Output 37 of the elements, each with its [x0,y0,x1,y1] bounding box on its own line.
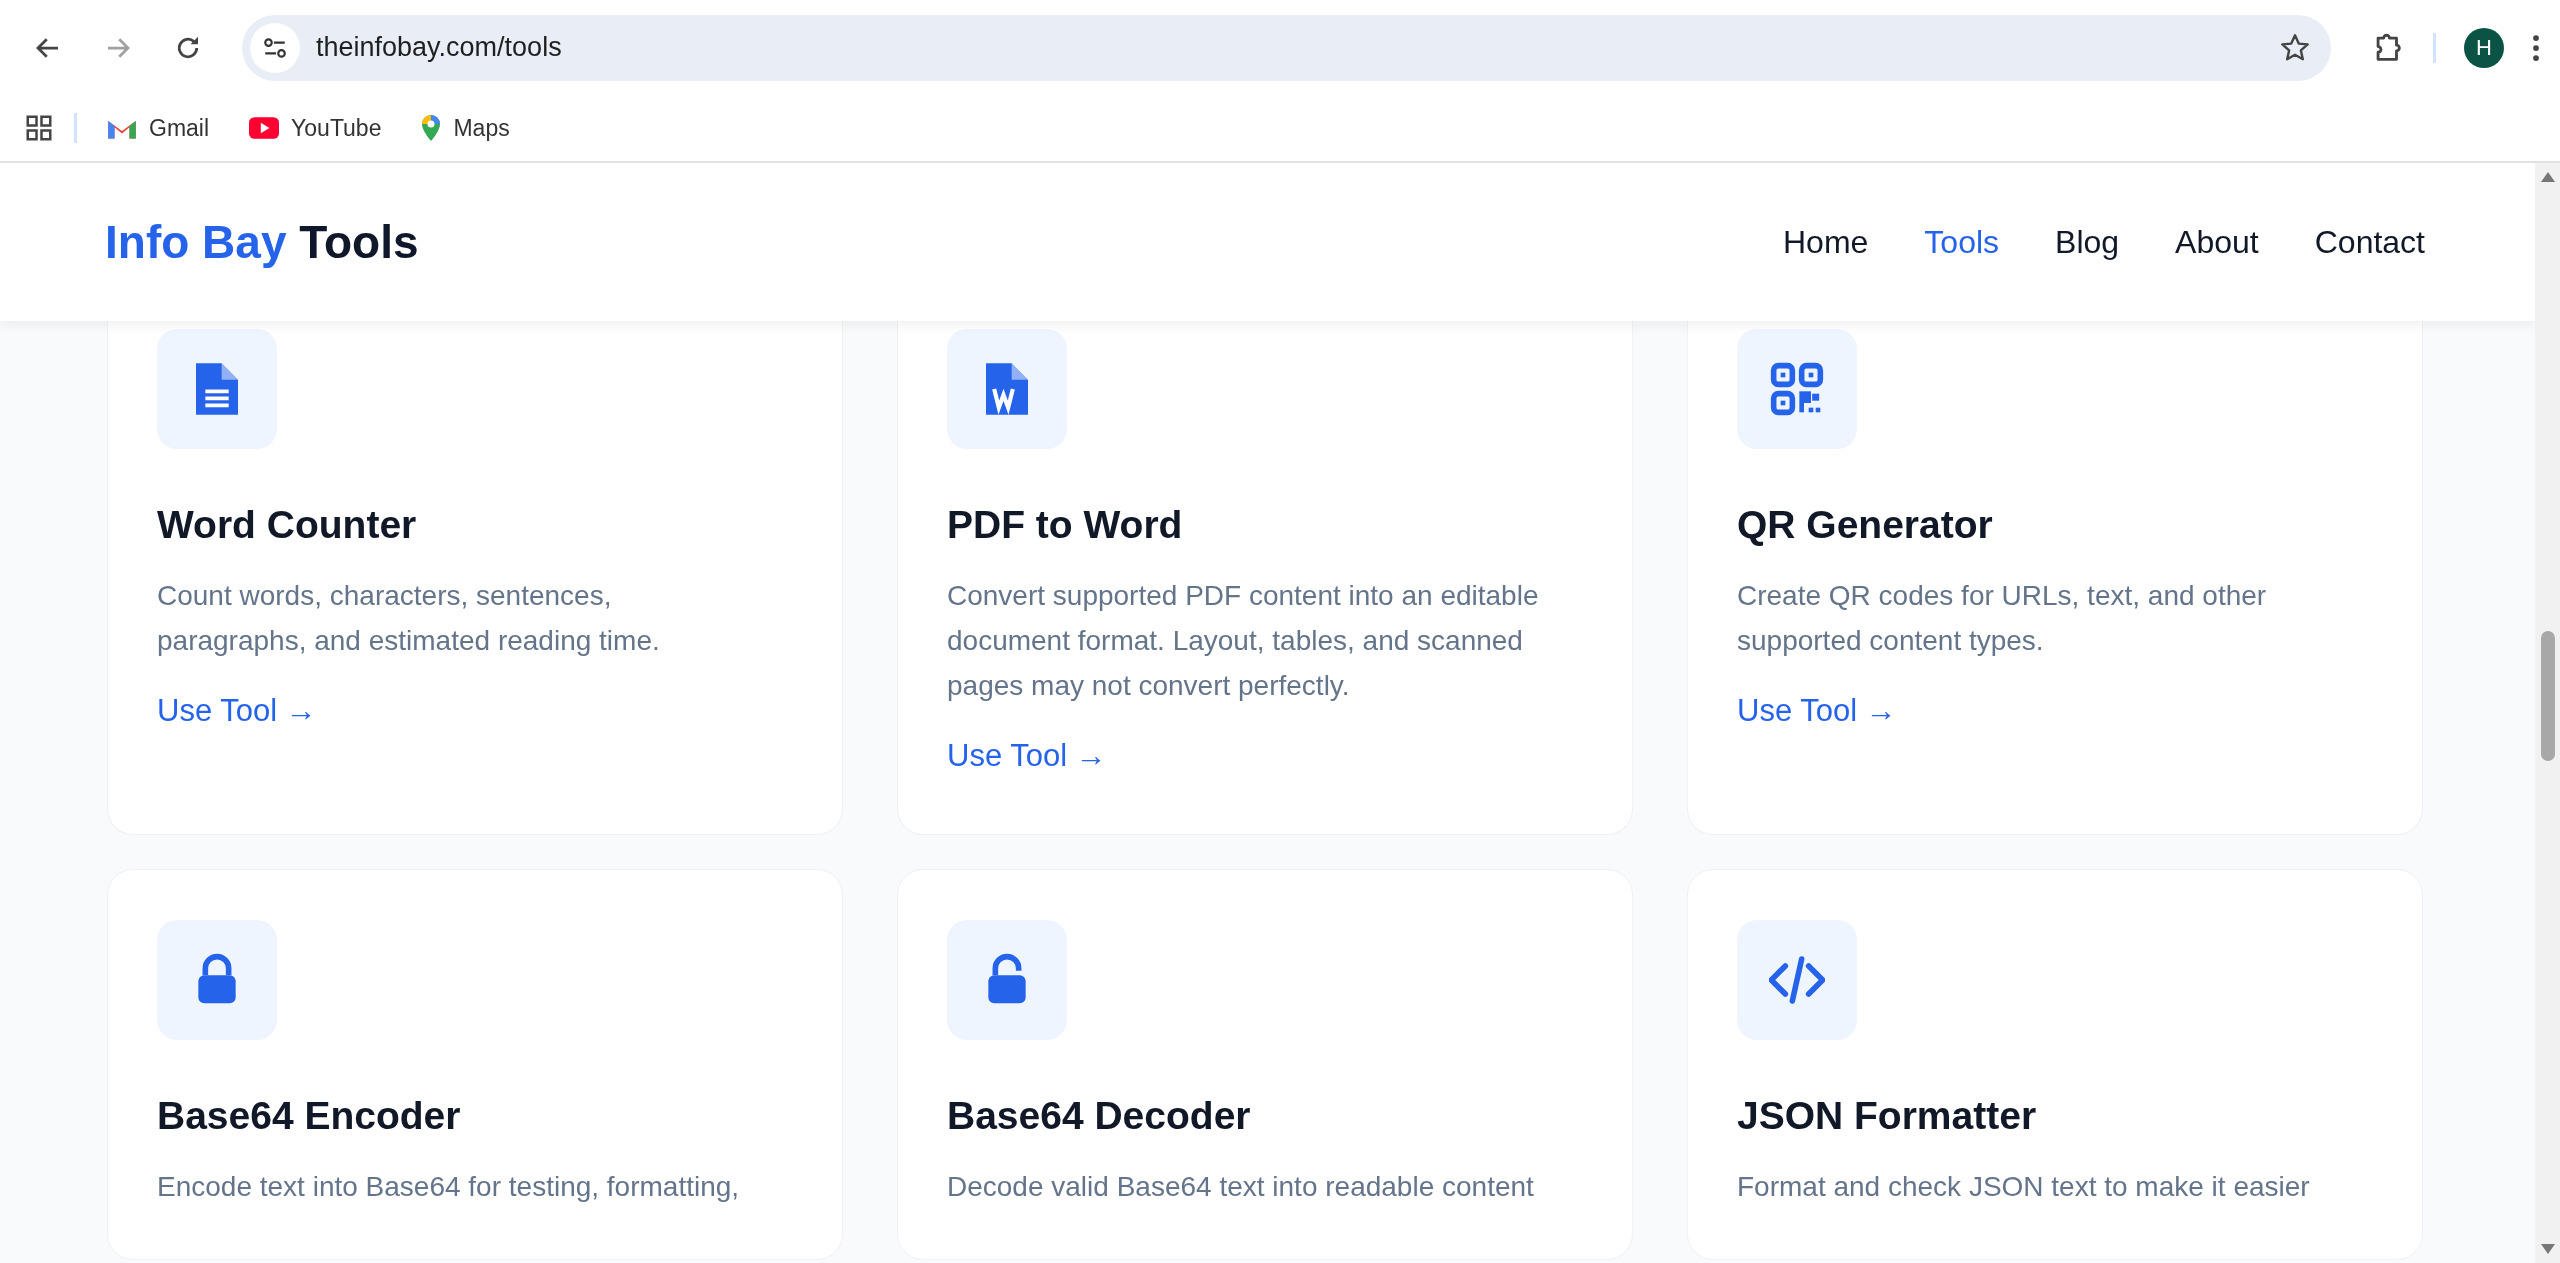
bookmark-link[interactable]: Maps [411,108,520,148]
more-icon[interactable] [2532,32,2540,63]
tool-title: PDF to Word [947,503,1183,547]
tool-description: Convert supported PDF content into an editable document format. Layout, tables, and scanned pages may not convert perfectly. [947,579,1540,703]
tool-description: Create QR codes for URLs, text, and other supported content types. [1737,579,2268,658]
scrollbar[interactable] [2535,163,2560,1263]
tool-title: Word Counter [157,503,417,547]
use-tool-link[interactable]: Use Tool → [1737,693,1897,729]
tool-title: QR Generator [1737,503,1993,547]
nav-link[interactable]: About [2175,223,2259,261]
tool-description: Format and check JSON text to make it easier [1737,1170,2310,1204]
tool-description: Encode text into Base64 for testing, formatting, [157,1170,740,1204]
scroll-down-icon[interactable] [2539,1243,2556,1255]
address-bar[interactable]: theinfobay.com/tools [242,14,2331,81]
tool-title: Base64 Encoder [157,1094,461,1138]
profile-avatar[interactable]: H [2464,27,2504,68]
tool-title: Base64 Decoder [947,1094,1251,1138]
bookmark-link[interactable]: YouTube [239,108,392,148]
site-info-button[interactable] [250,22,300,73]
apps-grid-icon[interactable] [24,113,54,143]
play-icon [249,117,280,139]
site-logo[interactable]: Info Bay Tools [105,215,419,269]
url-text: theinfobay.com/tools [316,32,563,63]
nav-link[interactable]: Tools [1924,223,2000,261]
map-pin-icon [421,114,442,142]
tool-description: Decode valid Base64 text into readable content [947,1170,1534,1204]
nav-link[interactable]: Contact [2314,223,2425,261]
qr-code-icon [1769,361,1825,417]
nav-link[interactable]: Home [1783,223,1869,261]
tool-title: JSON Formatter [1737,1094,2037,1138]
scroll-up-icon[interactable] [2539,171,2556,183]
bookmark-link[interactable]: Gmail [97,108,220,148]
tool-description: Count words, characters, sentences, paragraphs, and estimated reading time. [157,579,661,658]
nav-link[interactable]: Blog [2055,223,2120,261]
scrollbar-thumb[interactable] [2540,631,2555,761]
use-tool-link[interactable]: Use Tool → [157,693,317,729]
use-tool-link[interactable]: Use Tool → [947,738,1107,774]
